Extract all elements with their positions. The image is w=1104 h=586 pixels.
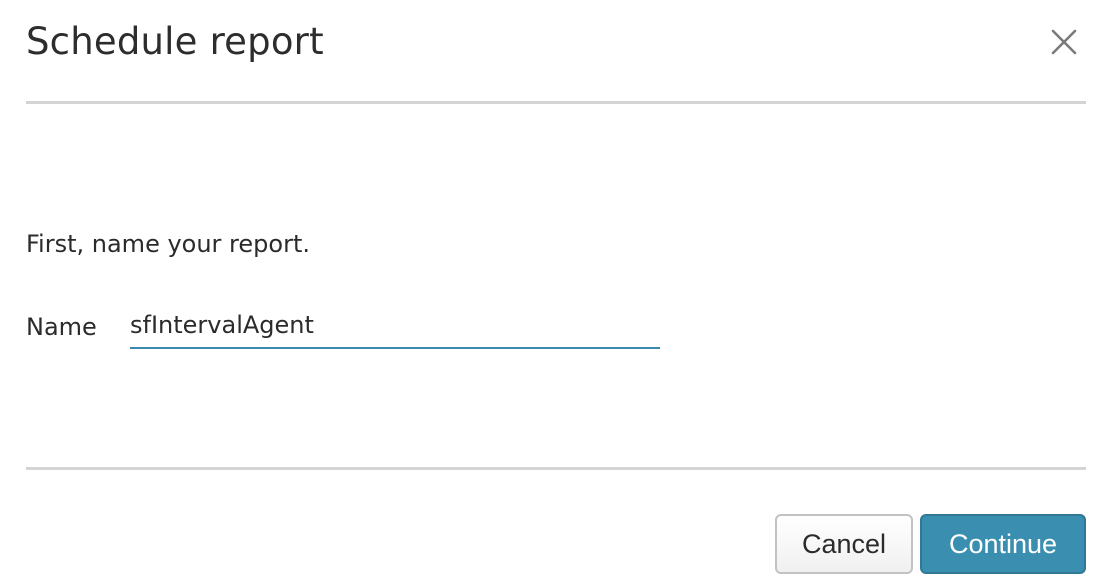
report-name-input[interactable]: [130, 307, 660, 349]
close-button[interactable]: [1048, 26, 1080, 58]
name-label: Name: [26, 313, 97, 341]
dialog-header: Schedule report: [26, 0, 1086, 104]
dialog-title: Schedule report: [26, 20, 324, 63]
cancel-button[interactable]: Cancel: [775, 514, 913, 574]
close-icon: [1051, 29, 1077, 55]
dialog-body: First, name your report. Name: [26, 104, 1086, 468]
footer-divider: [26, 467, 1086, 470]
continue-button[interactable]: Continue: [920, 514, 1086, 574]
name-prompt: First, name your report.: [26, 230, 310, 258]
schedule-report-dialog: Schedule report First, name your report.…: [0, 0, 1104, 586]
